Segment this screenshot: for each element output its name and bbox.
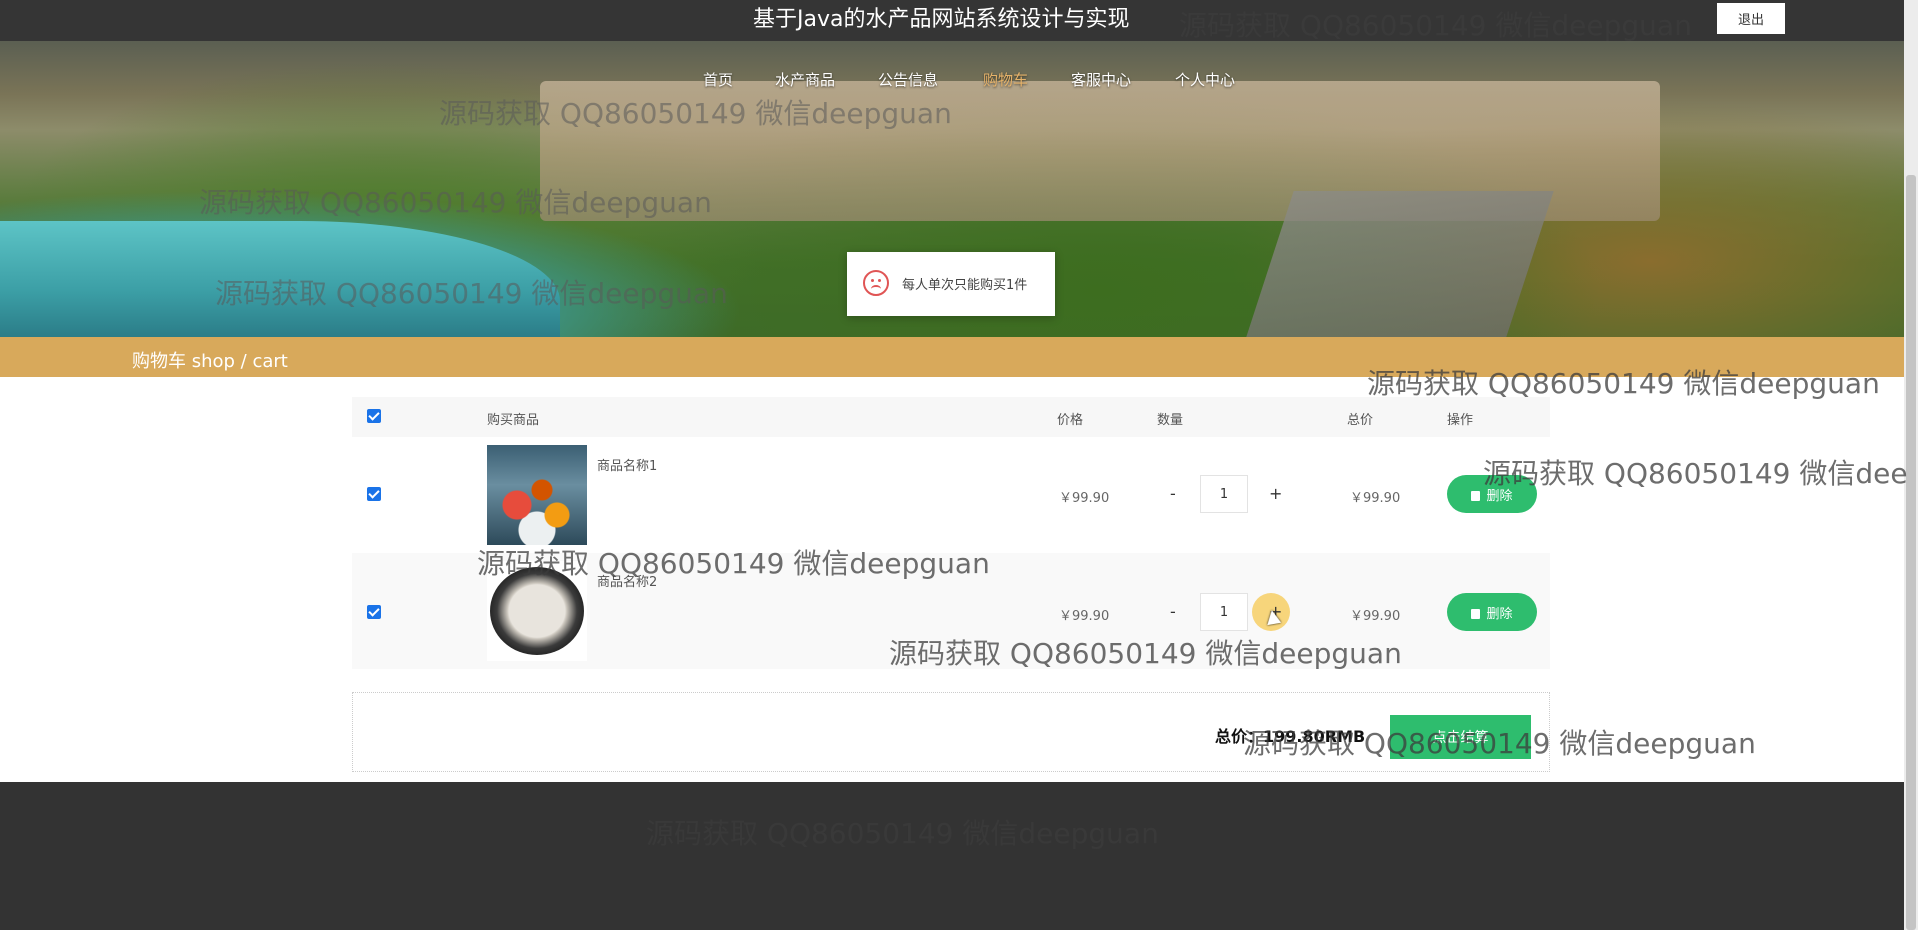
product-image[interactable] [487,445,587,545]
breadcrumb: 购物车 shop / cart [0,337,1904,377]
cart-row: 商品名称1 ￥99.90 - + ￥99.90 删除 [352,437,1550,553]
mouse-cursor-icon [1264,608,1282,626]
site-title: 基于Java的水产品网站系统设计与实现 [753,7,1130,32]
breadcrumb-text: 购物车 shop / cart [132,351,288,372]
cart-row: 商品名称2 ￥99.90 - + ￥99.90 删除 [352,553,1550,669]
scrollbar-thumb[interactable] [1906,175,1916,930]
nav-item-products[interactable]: 水产商品 [775,69,835,90]
nav-item-home[interactable]: 首页 [703,69,733,90]
sad-face-icon [863,270,889,296]
hero-lake-image [0,221,560,337]
quantity-increase-button[interactable]: + [1269,484,1282,503]
cart-table-header: 购买商品 价格 数量 总价 操作 [352,397,1550,437]
delete-button[interactable]: 删除 [1447,593,1537,631]
product-price: ￥99.90 [1059,491,1110,506]
product-image[interactable] [487,561,587,661]
header-quantity: 数量 [1157,413,1184,428]
product-name[interactable]: 商品名称1 [597,455,657,474]
shrimp-plate-image [490,567,584,655]
top-bar: 基于Java的水产品网站系统设计与实现 退出 [0,0,1904,41]
footer [0,782,1904,930]
product-name[interactable]: 商品名称2 [597,571,657,590]
header-price: 价格 [1057,413,1084,428]
product-price: ￥99.90 [1059,609,1110,624]
delete-label: 删除 [1486,488,1513,504]
row-total: ￥99.90 [1350,609,1401,624]
trash-icon [1471,608,1481,619]
delete-button[interactable]: 删除 [1447,475,1537,513]
main-nav: 首页 水产商品 公告信息 购物车 客服中心 个人中心 [0,41,1904,89]
quantity-input[interactable] [1200,475,1248,513]
select-all-checkbox[interactable] [367,409,381,423]
quantity-decrease-button[interactable]: - [1170,484,1176,503]
header-product: 购买商品 [487,413,540,428]
page-scrollbar[interactable] [1904,0,1918,930]
toast-text: 每人单次只能购买1件 [902,278,1028,293]
delete-label: 删除 [1486,606,1513,622]
row-checkbox[interactable] [367,487,381,501]
header-action: 操作 [1447,413,1474,428]
toast-message: 每人单次只能购买1件 [847,252,1055,316]
row-total: ￥99.90 [1350,491,1401,506]
nav-item-notices[interactable]: 公告信息 [878,69,938,90]
quantity-decrease-button[interactable]: - [1170,602,1176,621]
quantity-input[interactable] [1200,593,1248,631]
hero-road-image [1246,191,1554,337]
nav-item-service[interactable]: 客服中心 [1071,69,1131,90]
nav-item-cart[interactable]: 购物车 [983,69,1028,90]
cart-total: 总价：199.80RMB [1215,727,1366,746]
row-checkbox[interactable] [367,605,381,619]
header-total: 总价 [1347,413,1374,428]
trash-icon [1471,490,1481,501]
nav-item-profile[interactable]: 个人中心 [1175,69,1235,90]
cart-summary: 总价：199.80RMB 点击结算 [352,692,1550,772]
checkout-button[interactable]: 点击结算 [1390,715,1531,759]
logout-button[interactable]: 退出 [1717,3,1785,34]
